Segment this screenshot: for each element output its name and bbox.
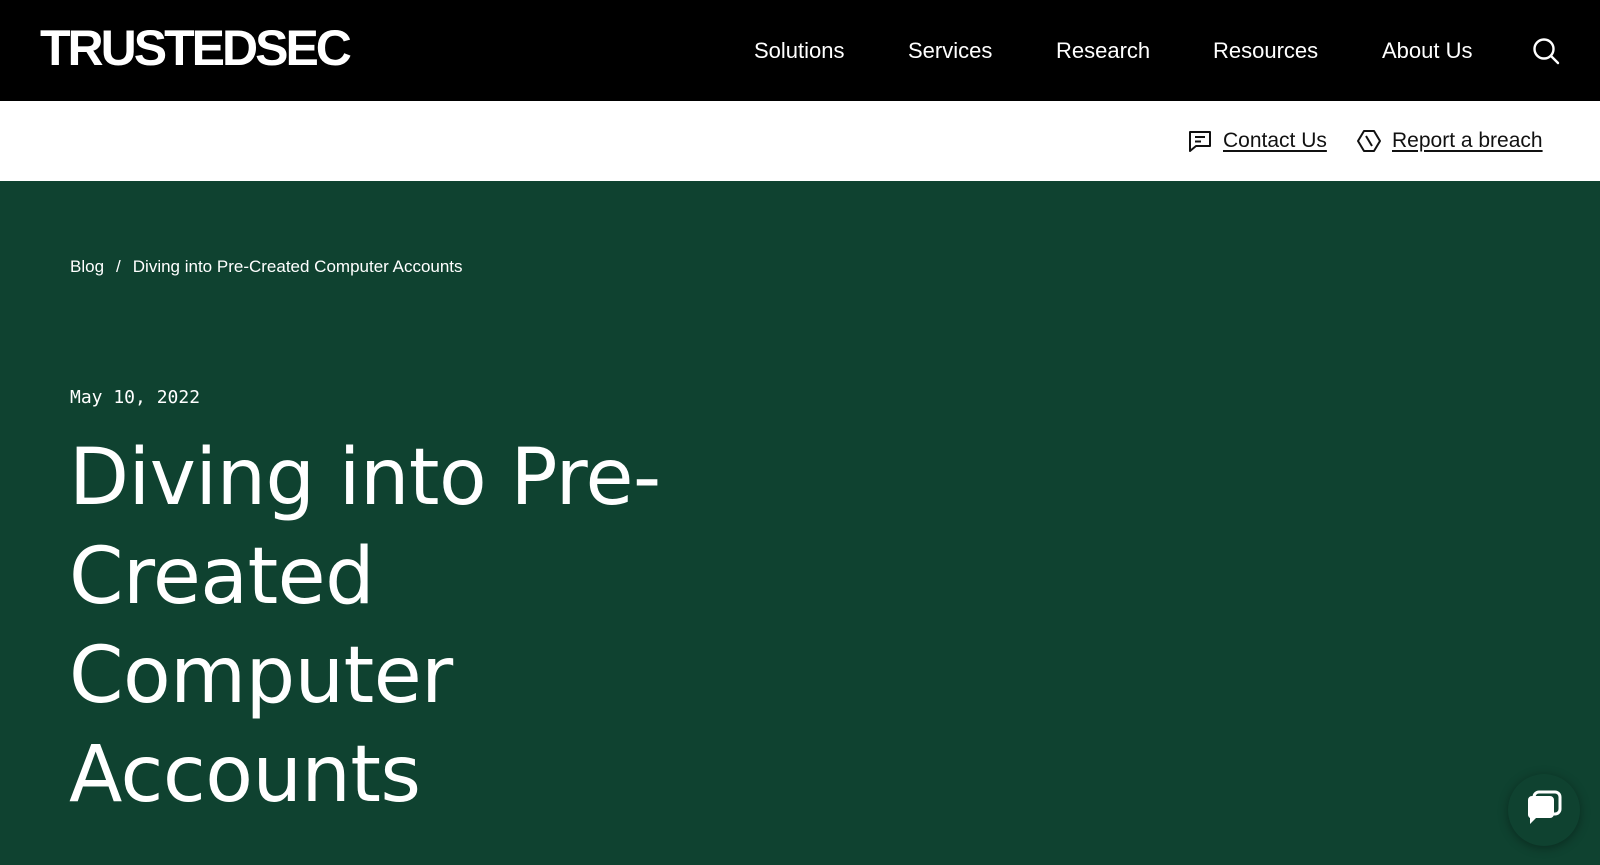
nav-item-solutions[interactable]: Solutions xyxy=(754,36,845,66)
breadcrumb-separator: / xyxy=(116,257,121,276)
breadcrumb: Blog / Diving into Pre-Created Computer … xyxy=(70,255,463,279)
nav-item-services[interactable]: Services xyxy=(908,36,992,66)
alert-hexagon-icon xyxy=(1356,128,1382,154)
chat-widget-button[interactable] xyxy=(1508,774,1580,846)
breadcrumb-blog-link[interactable]: Blog xyxy=(70,257,104,277)
breadcrumb-current: Diving into Pre-Created Computer Account… xyxy=(132,257,463,276)
chat-bubble-icon xyxy=(1524,788,1564,833)
contact-us-label: Contact Us xyxy=(1223,129,1327,152)
nav-item-about-us[interactable]: About Us xyxy=(1382,36,1473,66)
article-title: Diving into Pre-Created Computer Account… xyxy=(69,433,661,820)
report-breach-label: Report a breach xyxy=(1392,129,1543,152)
article-hero: Blog / Diving into Pre-Created Computer … xyxy=(0,181,1600,865)
post-date: May 10, 2022 xyxy=(70,387,201,408)
nav-item-research[interactable]: Research xyxy=(1056,36,1150,66)
main-navigation: Solutions Services Research Resources Ab… xyxy=(0,0,1600,101)
report-breach-link[interactable]: Report a breach xyxy=(1356,126,1543,156)
message-square-icon xyxy=(1187,128,1213,154)
search-icon[interactable] xyxy=(1532,37,1560,65)
top-navigation-bar: TRUSTEDSEC Solutions Services Research R… xyxy=(0,0,1600,101)
contact-us-link[interactable]: Contact Us xyxy=(1187,126,1327,156)
nav-item-resources[interactable]: Resources xyxy=(1213,36,1318,66)
utility-bar: Contact Us Report a breach xyxy=(0,101,1600,181)
